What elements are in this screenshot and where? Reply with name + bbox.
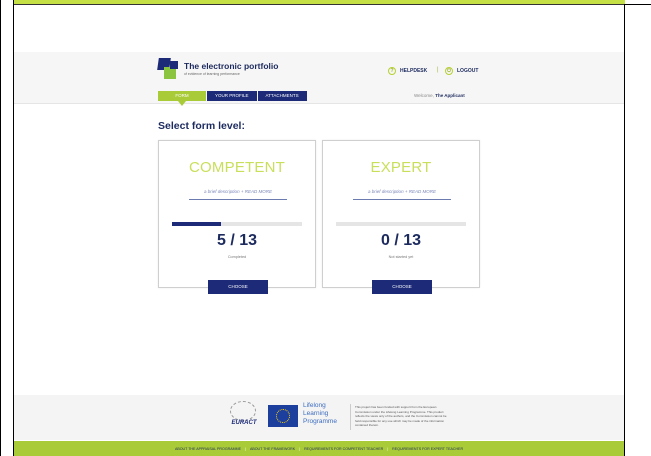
tab-your-profile[interactable]: YOUR PROFILE <box>207 91 257 101</box>
header-band <box>14 52 624 104</box>
euract-logo: EURACT <box>224 401 264 429</box>
page-title: Select form level: <box>158 120 245 132</box>
footer-link-separator: | <box>387 446 389 451</box>
completion-count: 5 / 13 <box>216 232 258 249</box>
footer-link-separator: | <box>245 446 246 451</box>
funding-disclaimer: This project has been funded with suppor… <box>355 405 447 428</box>
footer-link-separator: | <box>299 446 301 451</box>
right-border-tail <box>624 4 651 5</box>
footer-link-competent-requirements[interactable]: REQUIREMENTS FOR COMPETENT TEACHER <box>304 447 383 451</box>
logout-link[interactable]: ⏻ LOGOUT <box>445 67 478 75</box>
welcome-prefix: Welcome, <box>414 93 434 98</box>
footer-link-framework[interactable]: ABOUT THE FRAMEWORK <box>250 447 295 451</box>
euract-emblem-icon <box>230 401 256 421</box>
choose-competent-button[interactable]: CHOOSE <box>208 280 268 294</box>
progress-fill <box>172 222 222 226</box>
site-title[interactable]: The electronic portfolio <box>184 61 278 71</box>
top-border-line <box>13 4 625 5</box>
right-border <box>624 4 625 456</box>
eu-stars-icon <box>276 409 290 423</box>
site-subtitle: of evidence of learning performance <box>184 72 240 76</box>
euract-label: EURACT <box>231 420 257 426</box>
progress-bar <box>336 222 466 226</box>
power-icon: ⏻ <box>445 67 453 75</box>
completion-status: Not started yet <box>388 255 414 259</box>
card-description-link[interactable]: a brief description + READ MORE <box>189 189 287 200</box>
level-card-competent: COMPETENT a brief description + READ MOR… <box>158 140 316 288</box>
welcome-message: Welcome, The Applicant <box>414 93 465 98</box>
helpdesk-label: HELPDESK <box>400 68 428 74</box>
llp-line-2: Learning <box>303 410 329 417</box>
eu-flag-icon <box>268 405 298 427</box>
footer-divider <box>350 404 351 430</box>
level-card-expert: EXPERT a brief description + READ MORE 0… <box>322 140 480 288</box>
tab-form[interactable]: FORM <box>158 91 206 101</box>
helpdesk-link[interactable]: ? HELPDESK <box>388 67 427 75</box>
card-title: EXPERT <box>370 159 432 176</box>
portfolio-logo-icon[interactable] <box>157 58 180 80</box>
completion-count: 0 / 13 <box>380 232 422 249</box>
active-tab-pointer <box>178 101 186 106</box>
footer-link-expert-requirements[interactable]: REQUIREMENTS FOR EXPERT TEACHER <box>392 447 463 451</box>
logout-label: LOGOUT <box>457 68 479 74</box>
completion-status: Completed <box>227 255 247 259</box>
choose-expert-button[interactable]: CHOOSE <box>372 280 432 294</box>
progress-bar <box>172 222 302 226</box>
card-description-link[interactable]: a brief description + READ MORE <box>353 189 451 200</box>
left-border <box>0 0 1 456</box>
tab-attachments[interactable]: ATTACHMENTS <box>257 91 307 101</box>
footer-links-bar: ABOUT THE APPRAISAL PROGRAMME | ABOUT TH… <box>14 441 624 456</box>
card-title: COMPETENT <box>189 159 285 176</box>
main-nav: FORM YOUR PROFILE ATTACHMENTS <box>158 91 308 101</box>
help-icon: ? <box>388 67 396 75</box>
llp-logo-text: Lifelong Learning Programme <box>303 402 337 426</box>
header-separator: | <box>437 67 439 73</box>
footer-link-appraisal-programme[interactable]: ABOUT THE APPRAISAL PROGRAMME <box>175 447 241 451</box>
llp-line-1: Lifelong <box>303 402 326 409</box>
welcome-user-name: The Applicant <box>435 93 465 98</box>
llp-line-3: Programme <box>303 418 337 425</box>
